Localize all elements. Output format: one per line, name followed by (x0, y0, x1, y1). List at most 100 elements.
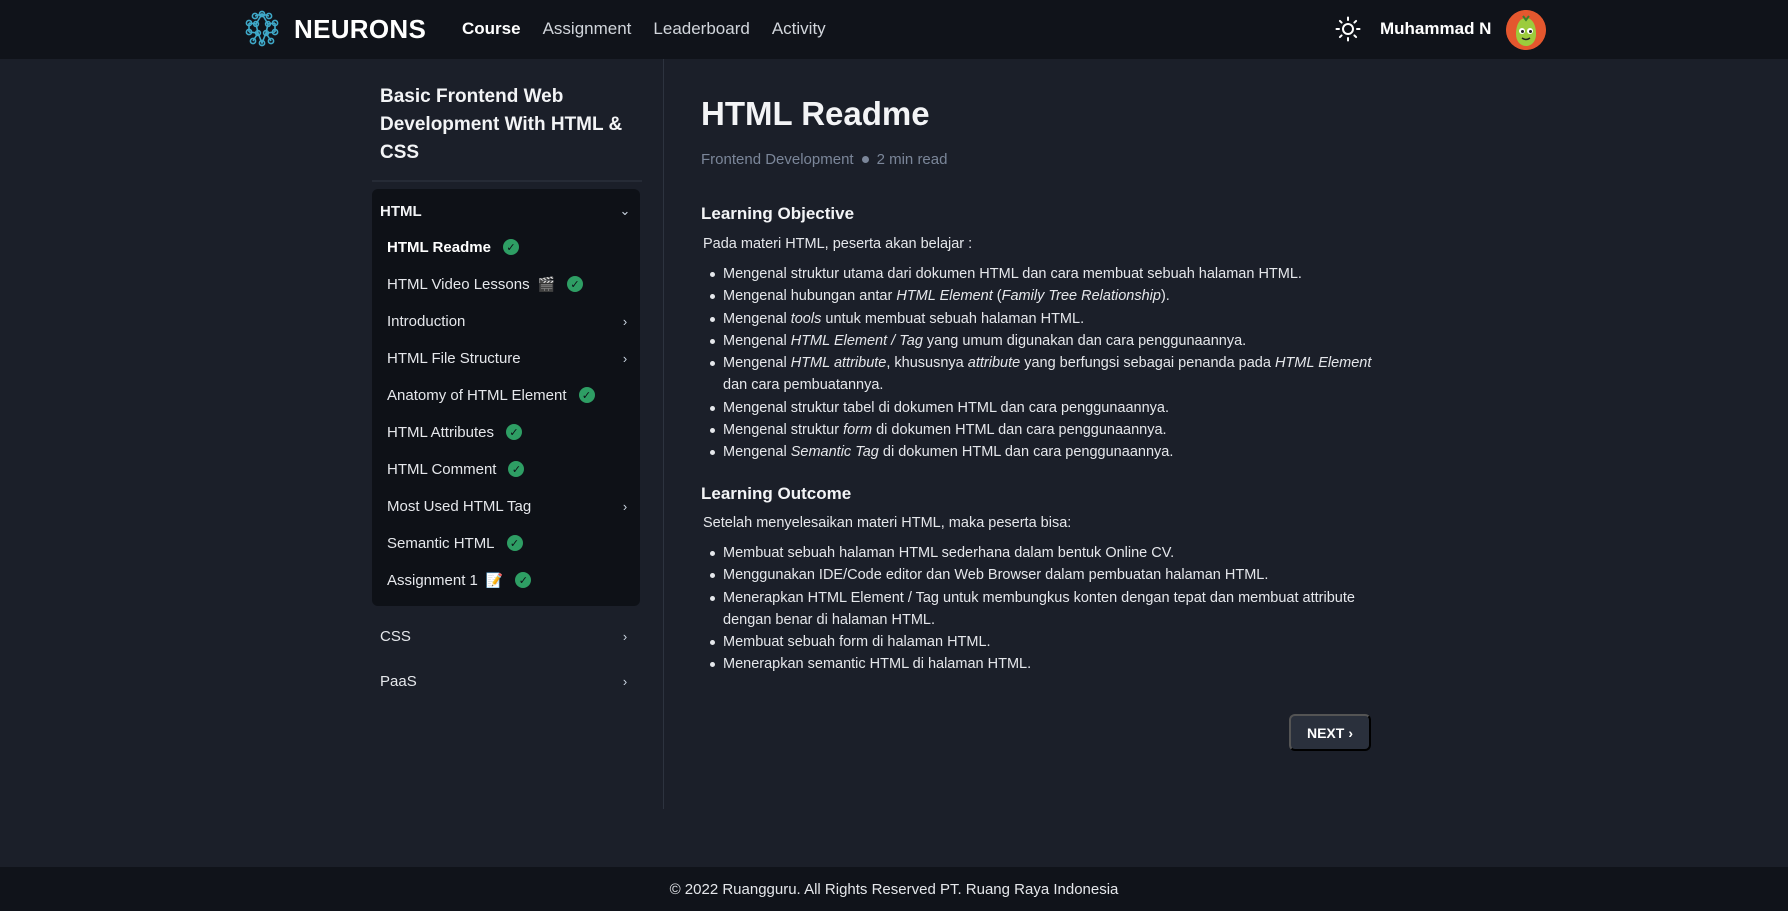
footer: © 2022 Ruangguru. All Rights Reserved PT… (0, 867, 1788, 911)
avatar[interactable] (1506, 10, 1546, 50)
lesson-label: Semantic HTML (387, 534, 495, 552)
nav-assignment[interactable]: Assignment (543, 19, 632, 39)
objective-list: Mengenal struktur utama dari dokumen HTM… (710, 263, 1383, 464)
text-segment: ( (992, 288, 1002, 305)
lesson-label: Introduction (387, 312, 466, 330)
objective-intro: Pada materi HTML, peserta akan belajar : (703, 236, 973, 252)
vertical-divider (663, 59, 664, 809)
bullet-item: Mengenal Semantic Tag di dokumen HTML da… (710, 441, 1383, 463)
sidebar-lesson-item[interactable]: HTML Comment ✓ (387, 454, 632, 484)
chevron-right-icon: › (622, 628, 628, 644)
bullet-item: Menerapkan semantic HTML di halaman HTML… (710, 653, 1383, 675)
user-name[interactable]: Muhammad N (1380, 19, 1491, 39)
text-segment: untuk membuat sebuah halaman HTML. (821, 310, 1085, 327)
text-segment: Membuat sebuah halaman HTML sederhana da… (723, 545, 1175, 561)
text-segment: yang umum digunakan dan cara penggunaann… (922, 332, 1247, 349)
nav-activity[interactable]: Activity (772, 19, 826, 39)
lesson-emoji-icon: 🎬 (537, 275, 556, 292)
text-segment: Menerapkan semantic HTML di halaman HTML… (723, 656, 1032, 673)
lesson-left: HTML Attributes ✓ (387, 424, 522, 441)
copyright-text: © 2022 Ruangguru. All Rights Reserved PT… (669, 880, 1119, 898)
bullet-item: Membuat sebuah halaman HTML sederhana da… (710, 542, 1383, 564)
text-segment: yang berfungsi sebagai penanda pada (1020, 355, 1275, 372)
module-html-toggle[interactable]: HTML ⌄ (380, 199, 632, 223)
sun-icon[interactable] (1335, 16, 1361, 42)
lesson-label: Most Used HTML Tag (387, 497, 532, 515)
bullet-item: Mengenal hubungan antar HTML Element (Fa… (710, 285, 1383, 307)
module-paas-toggle[interactable]: PaaS › (380, 669, 632, 693)
lesson-left: Semantic HTML ✓ (387, 535, 523, 552)
text-segment: , khususnya (886, 355, 968, 372)
course-title: Basic Frontend Web Development With HTML… (380, 86, 623, 163)
top-navbar: NEURONS Course Assignment Leaderboard Ac… (0, 0, 1788, 59)
emphasis-text: attribute (967, 355, 1021, 372)
sidebar-lesson-item[interactable]: Assignment 1 📝 ✓ (387, 565, 632, 595)
text-segment: Membuat sebuah form di halaman HTML. (723, 634, 991, 651)
completed-check-icon: ✓ (567, 276, 584, 292)
chevron-right-icon: › (622, 350, 628, 366)
chevron-right-icon: › (622, 313, 628, 329)
sidebar-lesson-item[interactable]: HTML Readme ✓ (387, 232, 632, 262)
emphasis-text: form (843, 422, 873, 439)
emphasis-text: HTML Element (1274, 355, 1372, 372)
text-segment: Menerapkan HTML Element / Tag untuk memb… (723, 589, 1355, 628)
chevron-down-icon: ⌄ (619, 203, 631, 218)
sidebar-lesson-item[interactable]: HTML Attributes ✓ (387, 417, 632, 447)
sidebar-lesson-item[interactable]: HTML Video Lessons 🎬 ✓ (387, 269, 632, 299)
sidebar-lesson-item[interactable]: Anatomy of HTML Element ✓ (387, 380, 632, 410)
module-html-panel: HTML ⌄ HTML Readme ✓ HTML Video Lessons 🎬 ✓ I… (372, 189, 640, 606)
text-segment: Mengenal struktur utama dari dokumen HTM… (723, 266, 1302, 282)
module-css-toggle[interactable]: CSS › (380, 624, 632, 648)
dot-separator (861, 156, 869, 163)
learning-outcome-heading: Learning Outcome (701, 484, 852, 503)
text-segment: di dokumen HTML dan cara penggunaannya. (872, 422, 1167, 439)
sidebar-lesson-item[interactable]: Most Used HTML Tag › (387, 491, 632, 521)
next-button[interactable]: NEXT › (1289, 714, 1371, 751)
read-time: 2 min read (876, 151, 948, 168)
text-segment: Mengenal (723, 310, 791, 327)
lesson-label: HTML File Structure (387, 349, 521, 367)
bullet-item: Menerapkan HTML Element / Tag untuk memb… (710, 587, 1383, 632)
outcome-list: Membuat sebuah halaman HTML sederhana da… (710, 542, 1383, 676)
completed-check-icon: ✓ (515, 572, 532, 588)
text-segment: Mengenal struktur tabel di dokumen HTML … (723, 399, 1170, 416)
text-segment: Mengenal (723, 355, 791, 372)
text-segment: Mengenal struktur (723, 422, 844, 439)
bullet-item: Membuat sebuah form di halaman HTML. (710, 631, 1383, 653)
sidebar-lesson-item[interactable]: Semantic HTML ✓ (387, 528, 632, 558)
divider (372, 180, 642, 182)
bullet-item: Mengenal struktur tabel di dokumen HTML … (710, 397, 1383, 419)
main-nav: Course Assignment Leaderboard Activity (462, 19, 848, 39)
page-title: HTML Readme (701, 95, 930, 132)
chevron-right-icon: › (622, 673, 628, 689)
brand[interactable]: NEURONS (244, 10, 426, 48)
lesson-left: Introduction (387, 313, 465, 330)
sidebar-lesson-item[interactable]: HTML File Structure › (387, 343, 632, 373)
completed-check-icon: ✓ (505, 424, 522, 440)
bullet-item: Mengenal struktur form di dokumen HTML d… (710, 419, 1383, 441)
module-label: CSS (380, 627, 411, 645)
lesson-left: HTML Comment ✓ (387, 460, 525, 478)
nav-leaderboard[interactable]: Leaderboard (653, 19, 749, 39)
next-label: NEXT (1306, 724, 1345, 741)
emphasis-text: HTML Element (896, 288, 993, 305)
emphasis-text: Family Tree Relationship (1001, 288, 1161, 305)
emphasis-text: tools (790, 310, 822, 327)
lesson-label: HTML Video Lessons (387, 275, 530, 293)
lesson-label: HTML Comment (387, 460, 497, 478)
neurons-logo-icon (245, 10, 279, 47)
module-label: HTML (380, 202, 422, 220)
lesson-label: Assignment 1 (387, 571, 478, 589)
module-label: PaaS (380, 672, 417, 690)
sidebar-lesson-item[interactable]: Introduction › (387, 306, 632, 336)
brand-name: NEURONS (294, 13, 427, 44)
completed-check-icon: ✓ (578, 387, 595, 403)
emphasis-text: HTML attribute (790, 355, 887, 372)
text-segment: ). (1160, 288, 1170, 305)
lesson-left: Most Used HTML Tag (387, 498, 531, 515)
lesson-left: HTML Video Lessons 🎬 ✓ (387, 275, 584, 293)
nav-course[interactable]: Course (462, 19, 521, 39)
outcome-intro: Setelah menyelesaikan materi HTML, maka … (703, 515, 1072, 531)
text-segment: Mengenal (723, 332, 791, 349)
lesson-left: Anatomy of HTML Element ✓ (387, 387, 595, 404)
